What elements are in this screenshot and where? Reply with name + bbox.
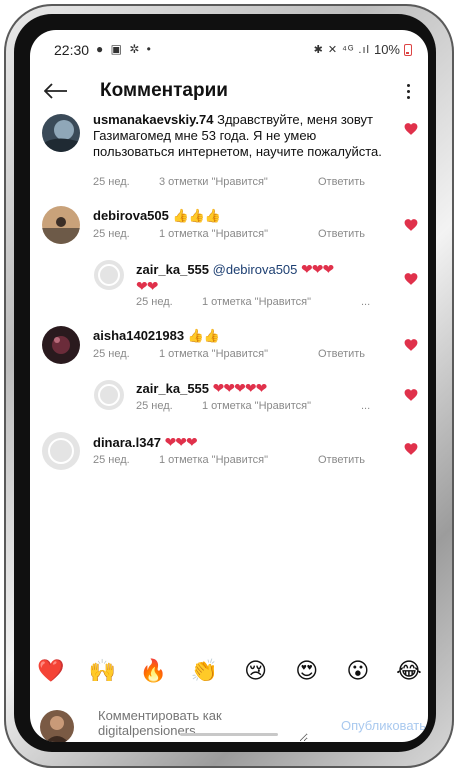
battery-icon <box>404 43 412 56</box>
comment-text: zair_ka_555 @debirova505 ❤❤❤ ❤❤ <box>136 261 386 295</box>
system-status: ✱ ✕ ⁴ᴳ .ıl 10% <box>314 42 412 57</box>
avatar-image <box>42 326 80 364</box>
comment-likes[interactable]: 1 отметка "Нравится" <box>202 400 361 412</box>
battery-level: 10% <box>373 42 400 57</box>
comment-item: aisha14021983 👍👍 25 нед. 1 отметка "Нрав… <box>30 326 428 366</box>
comment-meta: 25 нед. 1 отметка "Нравится" Ответить <box>93 454 365 466</box>
comment-meta: 25 нед. 1 отметка "Нравится" Ответить <box>93 348 365 360</box>
composer-avatar <box>40 710 74 742</box>
comment-time: 25 нед. <box>136 296 173 308</box>
comment-username[interactable]: aisha14021983 <box>93 328 184 343</box>
comment-time: 25 нед. <box>93 176 130 188</box>
arrow-left-icon <box>44 83 67 99</box>
laughing-emoji-button[interactable]: 😂 <box>394 656 424 686</box>
fire-emoji-button[interactable]: 🔥 <box>138 656 168 686</box>
comment-text: debirova505 👍👍👍 <box>93 208 393 224</box>
comment-username[interactable]: debirova505 <box>93 208 169 223</box>
comment-time: 25 нед. <box>93 454 130 466</box>
avatar[interactable] <box>42 326 80 364</box>
avatar-image <box>42 114 80 152</box>
comment-meta: 25 нед. 1 отметка "Нравится" ... <box>136 296 370 308</box>
comment-text: aisha14021983 👍👍 <box>93 328 393 344</box>
avatar[interactable] <box>94 260 124 290</box>
reply-item: zair_ka_555 @debirova505 ❤❤❤ ❤❤ 25 нед. … <box>30 260 428 310</box>
surprised-emoji-button[interactable]: 😮 <box>343 656 373 686</box>
status-bar: 22:30 ● ▣ ✲ • ✱ ✕ ⁴ᴳ .ıl 10% <box>30 30 428 68</box>
heart-emoji-button[interactable]: ❤️ <box>36 656 66 686</box>
signal-icons: ✱ ✕ ⁴ᴳ .ıl <box>313 44 370 56</box>
comment-text: zair_ka_555 ❤❤❤❤❤ <box>136 380 386 397</box>
comment-username[interactable]: zair_ka_555 <box>136 262 209 277</box>
crying-emoji-button[interactable]: 😢 <box>241 656 271 686</box>
comment-meta: 25 нед. 3 отметки "Нравится" Ответить <box>93 176 365 188</box>
comment-likes[interactable]: 1 отметка "Нравится" <box>159 228 318 240</box>
home-indicator[interactable] <box>180 733 278 736</box>
clap-emoji-button[interactable]: 👏 <box>189 656 219 686</box>
comment-message: ❤❤❤❤❤ <box>212 380 268 396</box>
app-screen: 22:30 ● ▣ ✲ • ✱ ✕ ⁴ᴳ .ıl 10% Комментарии <box>30 30 428 742</box>
comment-input[interactable] <box>98 708 308 742</box>
comment-likes[interactable]: 3 отметки "Нравится" <box>159 176 318 188</box>
comment-username[interactable]: usmanakaevskiy.74 <box>93 112 213 127</box>
comment-meta: 25 нед. 1 отметка "Нравится" Ответить <box>93 228 365 240</box>
comment-message: 👍👍👍 <box>172 208 222 223</box>
back-button[interactable] <box>40 76 72 106</box>
comment-time: 25 нед. <box>93 228 130 240</box>
more-options-button[interactable]: ... <box>361 400 370 412</box>
emoji-quick-bar: ❤️ 🙌 🔥 👏 😢 😍 😮 😂 <box>30 654 428 688</box>
avatar[interactable] <box>94 380 124 410</box>
avatar-image <box>42 206 80 244</box>
comment-username[interactable]: zair_ka_555 <box>136 381 209 396</box>
comment-likes[interactable]: 1 отметка "Нравится" <box>159 348 318 360</box>
more-dot-icon <box>406 89 410 93</box>
status-time: 22:30 <box>54 42 90 58</box>
more-dot-icon <box>406 95 410 99</box>
reply-button[interactable]: Ответить <box>318 176 365 188</box>
more-dot-icon <box>406 83 410 87</box>
comment-time: 25 нед. <box>93 348 130 360</box>
comment-item: dinara.l347 ❤❤❤ 25 нед. 1 отметка "Нрави… <box>30 432 428 472</box>
reply-button[interactable]: Ответить <box>318 348 365 360</box>
comment-text: dinara.l347 ❤❤❤ <box>93 434 393 451</box>
avatar[interactable] <box>42 206 80 244</box>
reply-item: zair_ka_555 ❤❤❤❤❤ 25 нед. 1 отметка "Нра… <box>30 380 428 416</box>
comment-meta: 25 нед. 1 отметка "Нравится" ... <box>136 400 370 412</box>
comment-likes[interactable]: 1 отметка "Нравится" <box>159 454 318 466</box>
comment-time: 25 нед. <box>136 400 173 412</box>
comment-likes[interactable]: 1 отметка "Нравится" <box>202 296 361 308</box>
comment-message: 👍👍 <box>187 328 221 343</box>
comment-text: usmanakaevskiy.74 Здравствуйте, меня зов… <box>93 112 393 160</box>
heart-eyes-emoji-button[interactable]: 😍 <box>292 656 322 686</box>
avatar-image <box>40 710 74 742</box>
like-heart-icon[interactable] <box>404 218 418 232</box>
like-heart-icon[interactable] <box>404 272 418 286</box>
more-options-button[interactable]: ... <box>361 296 370 308</box>
like-heart-icon[interactable] <box>404 388 418 402</box>
raised-hands-emoji-button[interactable]: 🙌 <box>87 656 117 686</box>
avatar[interactable] <box>42 114 80 152</box>
more-options-button[interactable] <box>394 76 422 106</box>
comment-message: ❤❤❤ <box>301 261 334 277</box>
publish-button[interactable]: Опубликовать <box>341 718 426 733</box>
like-heart-icon[interactable] <box>404 442 418 456</box>
comment-message: ❤❤ <box>136 278 158 294</box>
avatar[interactable] <box>42 432 80 470</box>
comment-item: usmanakaevskiy.74 Здравствуйте, меня зов… <box>30 110 428 190</box>
comment-item: debirova505 👍👍👍 25 нед. 1 отметка "Нрави… <box>30 206 428 246</box>
reply-button[interactable]: Ответить <box>318 454 365 466</box>
like-heart-icon[interactable] <box>404 122 418 136</box>
reply-button[interactable]: Ответить <box>318 228 365 240</box>
comment-username[interactable]: dinara.l347 <box>93 435 161 450</box>
comment-message: ❤❤❤ <box>164 434 198 450</box>
like-heart-icon[interactable] <box>404 338 418 352</box>
page-title: Комментарии <box>100 80 228 101</box>
notification-icons: ● ▣ ✲ • <box>96 42 153 56</box>
comment-mention[interactable]: @debirova505 <box>213 262 298 277</box>
